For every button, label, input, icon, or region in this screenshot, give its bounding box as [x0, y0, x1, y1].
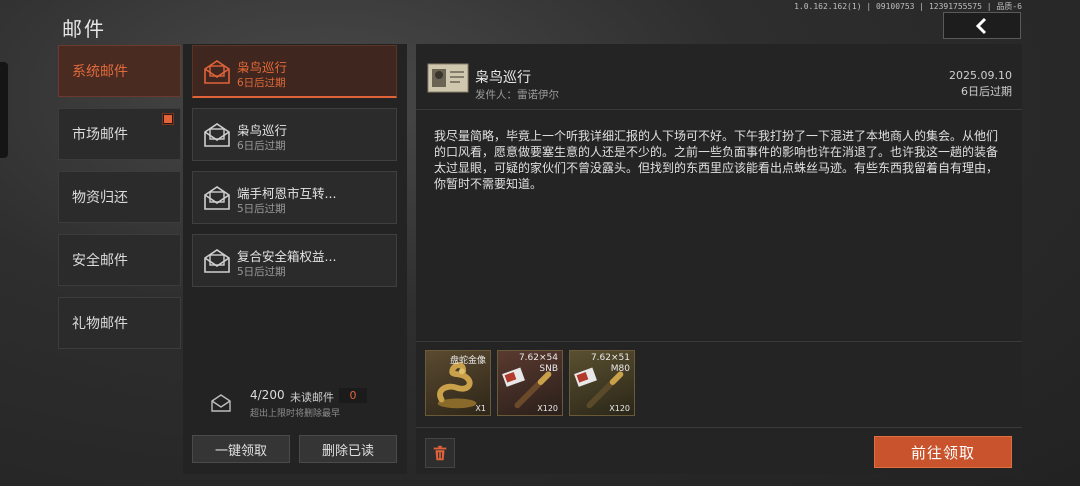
mail-body: 我尽量简略，毕竟上一个听我详细汇报的人下场可不好。下午我打扮了一下混进了本地商人… — [434, 129, 999, 191]
delete-mail-button[interactable] — [425, 438, 455, 468]
back-button[interactable] — [943, 12, 1021, 39]
mail-expiry: 6日后过期 — [237, 77, 286, 89]
mail-item[interactable]: 复合安全箱权益... 5日后过期 — [192, 234, 397, 287]
mailbox-icon — [211, 394, 231, 412]
side-drawer-handle[interactable] — [0, 62, 8, 158]
mail-title: 复合安全箱权益... — [237, 249, 337, 264]
envelope-icon — [204, 123, 230, 147]
mail-expiry: 5日后过期 — [237, 203, 286, 215]
attachments-bar: 盘蛇金像 X1 7.62×54 SNB X120 7.62×51 M80 X12… — [416, 341, 1022, 422]
category-market-mail[interactable]: 市场邮件 — [58, 108, 181, 160]
attachment-name: 7.62×54 — [518, 353, 558, 363]
mail-title: 端手柯恩市互转... — [237, 186, 337, 201]
category-label: 安全邮件 — [72, 253, 128, 269]
mail-title: 枭鸟巡行 — [237, 123, 288, 138]
attachment-name: 7.62×51 — [590, 353, 630, 363]
category-label: 物资归还 — [72, 190, 128, 206]
mail-title: 枭鸟巡行 — [237, 60, 288, 75]
chevron-left-icon — [975, 17, 987, 34]
envelope-icon — [204, 249, 230, 273]
mail-detail-title: 枭鸟巡行 — [475, 70, 531, 86]
attachment-variant: SNB — [539, 364, 558, 374]
attachment-item[interactable]: 7.62×51 M80 X120 — [569, 350, 635, 416]
mail-count: 4/200 — [250, 388, 285, 402]
category-label: 系统邮件 — [72, 64, 128, 80]
unread-count: 0 — [339, 388, 367, 403]
attachment-name: 盘蛇金像 — [449, 356, 486, 366]
envelope-icon — [204, 60, 230, 84]
go-claim-button[interactable]: 前往领取 — [874, 436, 1012, 468]
attachment-item[interactable]: 盘蛇金像 X1 — [425, 350, 491, 416]
mailbox-capacity: 4/200 未读邮件 0 超出上限时将删除最早 — [192, 384, 397, 422]
trash-icon — [433, 445, 447, 461]
attachment-qty: X1 — [475, 404, 486, 413]
sender-avatar — [427, 63, 469, 93]
mail-item[interactable]: 枭鸟巡行 6日后过期 — [192, 45, 397, 98]
unread-badge — [163, 114, 173, 124]
mail-detail-header: 枭鸟巡行 发件人：雷诺伊尔 2025.09.10 6日后过期 — [416, 57, 1022, 110]
capacity-note: 超出上限时将删除最早 — [250, 409, 341, 419]
category-gift-mail[interactable]: 礼物邮件 — [58, 297, 181, 349]
category-label: 礼物邮件 — [72, 316, 128, 332]
mail-sender: 发件人：雷诺伊尔 — [475, 89, 559, 101]
mail-date: 2025.09.10 — [949, 69, 1012, 82]
mail-expiry: 5日后过期 — [237, 266, 286, 278]
mail-list-panel: 枭鸟巡行 6日后过期 枭鸟巡行 6日后过期 端手柯恩市互转... 5日后过期 复… — [183, 44, 407, 474]
detail-footer: 前往领取 — [416, 427, 1022, 475]
claim-all-button[interactable]: 一键领取 — [192, 435, 290, 463]
category-supply-return[interactable]: 物资归还 — [58, 171, 181, 223]
delete-read-button[interactable]: 删除已读 — [299, 435, 397, 463]
category-security-mail[interactable]: 安全邮件 — [58, 234, 181, 286]
version-info: 1.0.162.162(1) | 09100753 | 12391755575 … — [794, 2, 1022, 11]
mail-detail-panel: 枭鸟巡行 发件人：雷诺伊尔 2025.09.10 6日后过期 我尽量简略，毕竟上… — [416, 44, 1022, 474]
mail-detail-expiry: 6日后过期 — [961, 85, 1012, 98]
envelope-icon — [204, 186, 230, 210]
category-label: 市场邮件 — [72, 127, 128, 143]
attachment-item[interactable]: 7.62×54 SNB X120 — [497, 350, 563, 416]
mail-item[interactable]: 端手柯恩市互转... 5日后过期 — [192, 171, 397, 224]
top-bar: 邮件 1.0.162.162(1) | 09100753 | 123917555… — [0, 0, 1080, 44]
mail-item[interactable]: 枭鸟巡行 6日后过期 — [192, 108, 397, 161]
attachment-qty: X120 — [609, 404, 630, 413]
unread-label: 未读邮件 — [290, 391, 334, 404]
mail-expiry: 6日后过期 — [237, 140, 286, 152]
attachment-qty: X120 — [537, 404, 558, 413]
page-title: 邮件 — [62, 17, 106, 41]
category-system-mail[interactable]: 系统邮件 — [58, 45, 181, 97]
attachment-variant: M80 — [610, 364, 630, 374]
